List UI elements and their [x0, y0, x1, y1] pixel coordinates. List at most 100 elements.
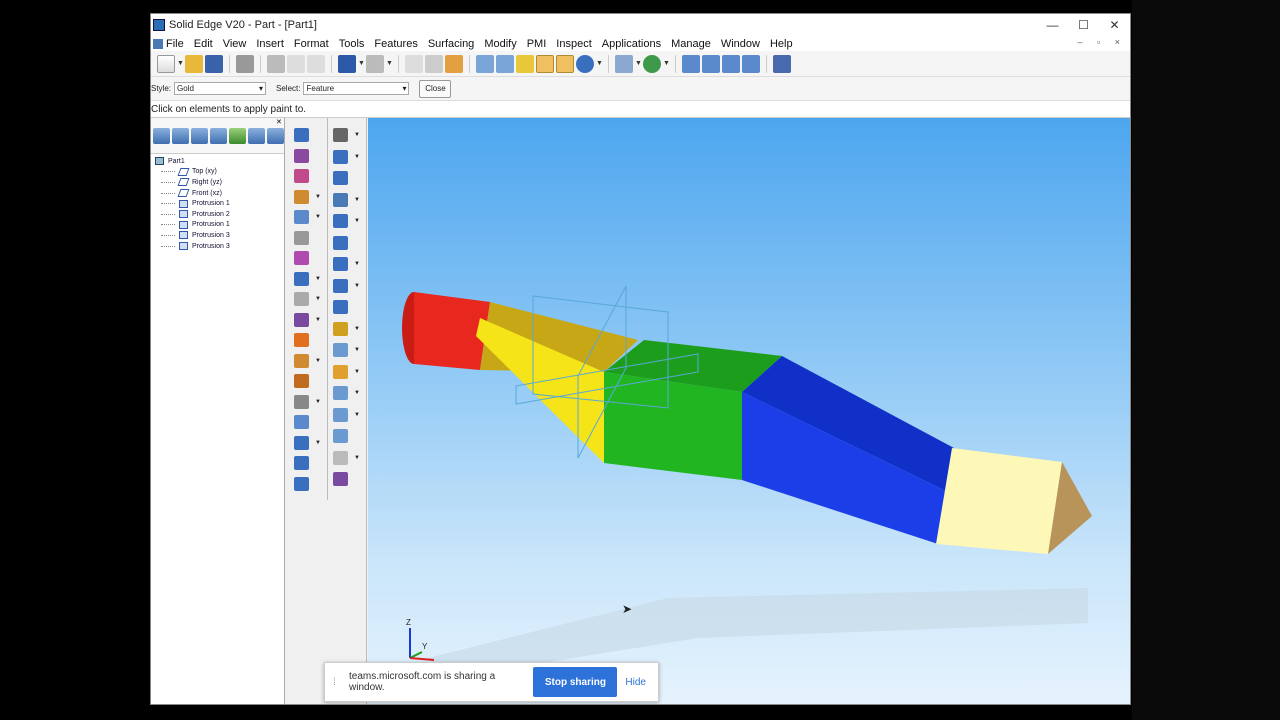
feature-tool-icon[interactable] — [294, 251, 309, 265]
minimize-button[interactable]: — — [1037, 14, 1068, 36]
pathfinder-tool-icon[interactable] — [172, 127, 189, 144]
feature-tool-icon[interactable] — [333, 257, 348, 271]
feature-tool-icon[interactable] — [333, 192, 348, 207]
tree-item[interactable]: Protrusion 2 — [151, 209, 284, 220]
stop-sharing-button[interactable]: Stop sharing — [533, 667, 618, 697]
feature-tool-icon[interactable] — [294, 169, 309, 183]
menu-format[interactable]: Format — [294, 38, 329, 50]
menu-edit[interactable]: Edit — [194, 38, 213, 50]
drag-handle-icon[interactable]: ⁞ — [333, 677, 341, 688]
visible-edges-icon[interactable] — [556, 54, 574, 73]
feature-tool-icon[interactable] — [294, 476, 309, 491]
tool-dropdown-icon[interactable]: ▼ — [315, 358, 321, 364]
tool-dropdown-icon[interactable]: ▼ — [354, 218, 360, 224]
hide-link[interactable]: Hide — [625, 677, 646, 688]
undo-dropdown-icon[interactable]: ▼ — [358, 55, 365, 73]
cut-icon[interactable] — [267, 54, 285, 73]
pathfinder-tool-icon[interactable] — [210, 127, 227, 144]
tree-item[interactable]: Right (yz) — [151, 177, 284, 188]
tool-dropdown-icon[interactable]: ▼ — [315, 214, 321, 220]
render-dropdown-icon[interactable]: ▼ — [596, 55, 603, 73]
fit-icon[interactable] — [722, 54, 740, 73]
feature-tool-icon[interactable] — [333, 128, 348, 142]
pathfinder-tool-icon[interactable] — [229, 127, 246, 144]
redo-dropdown-icon[interactable]: ▼ — [386, 55, 393, 73]
pathfinder-tool-icon[interactable] — [248, 127, 265, 144]
menu-pmi[interactable]: PMI — [527, 38, 547, 50]
tree-item[interactable]: Protrusion 3 — [151, 230, 284, 241]
feature-tool-icon[interactable] — [294, 353, 309, 368]
rotate-icon[interactable] — [643, 54, 661, 73]
feature-tool-icon[interactable] — [333, 450, 348, 465]
pathfinder-tool-icon[interactable] — [267, 127, 284, 144]
print-icon[interactable] — [236, 54, 254, 73]
copy-icon[interactable] — [287, 54, 305, 73]
tree-item[interactable]: Protrusion 3 — [151, 241, 284, 252]
view-iso-icon[interactable] — [496, 54, 514, 73]
3d-viewport[interactable]: Z Y ➤ — [368, 118, 1130, 704]
tool-dropdown-icon[interactable]: ▼ — [354, 347, 360, 353]
menu-manage[interactable]: Manage — [671, 38, 711, 50]
tool-dropdown-icon[interactable]: ▼ — [354, 132, 360, 138]
shaded-icon[interactable] — [516, 54, 534, 73]
tool-dropdown-icon[interactable]: ▼ — [315, 276, 321, 282]
menu-inspect[interactable]: Inspect — [556, 38, 591, 50]
tool-dropdown-icon[interactable]: ▼ — [354, 412, 360, 418]
zoom-icon[interactable] — [702, 54, 720, 73]
tool-dropdown-icon[interactable]: ▼ — [315, 296, 321, 302]
menu-features[interactable]: Features — [374, 38, 417, 50]
feature-tool-icon[interactable] — [294, 312, 309, 327]
paste-icon[interactable] — [307, 54, 325, 73]
style-select[interactable]: Gold ▾ — [174, 82, 267, 95]
tool-dropdown-icon[interactable]: ▼ — [354, 283, 360, 289]
feature-tool-icon[interactable] — [333, 472, 348, 486]
menu-help[interactable]: Help — [770, 38, 793, 50]
undo-icon[interactable] — [338, 54, 356, 73]
cream-box-face[interactable] — [936, 448, 1062, 554]
select-filter[interactable]: Feature ▾ — [303, 82, 410, 95]
maximize-button[interactable]: ☐ — [1068, 14, 1099, 36]
layers-dropdown-icon[interactable]: ▼ — [635, 55, 642, 73]
feature-tool-icon[interactable] — [333, 235, 348, 250]
mdi-controls[interactable]: – ▫ × — [1078, 37, 1126, 47]
tree-item[interactable]: Protrusion 1 — [151, 198, 284, 209]
feature-tool-icon[interactable] — [333, 343, 348, 357]
tree-item[interactable]: Top (xy) — [151, 167, 284, 178]
menu-tools[interactable]: Tools — [339, 38, 365, 50]
feature-tool-icon[interactable] — [294, 271, 309, 286]
menu-applications[interactable]: Applications — [602, 38, 661, 50]
feature-tool-icon[interactable] — [294, 435, 309, 450]
feature-tool-icon[interactable] — [333, 214, 348, 228]
pan-icon[interactable] — [742, 54, 760, 73]
layers-icon[interactable] — [615, 54, 633, 73]
feature-tool-icon[interactable] — [294, 189, 309, 204]
feature-tool-icon[interactable] — [333, 300, 348, 314]
new-dropdown-icon[interactable]: ▼ — [177, 55, 184, 73]
tool-dropdown-icon[interactable]: ▼ — [354, 197, 360, 203]
menu-modify[interactable]: Modify — [484, 38, 516, 50]
view-cube-icon[interactable] — [476, 54, 494, 73]
pin-icon[interactable]: ✕ — [276, 118, 284, 126]
close-button[interactable]: ✕ — [1099, 14, 1130, 36]
paint-icon[interactable] — [445, 54, 463, 73]
feature-tool-icon[interactable] — [294, 128, 309, 142]
tool-dropdown-icon[interactable]: ▼ — [315, 440, 321, 446]
ribbon-close-button[interactable]: Close — [419, 79, 452, 98]
tree-item[interactable]: Front (xz) — [151, 188, 284, 199]
feature-tool-icon[interactable] — [294, 230, 309, 245]
render-sphere-icon[interactable] — [576, 54, 594, 73]
tool-dropdown-icon[interactable]: ▼ — [354, 261, 360, 267]
menu-file[interactable]: File — [166, 38, 184, 50]
zoom-area-icon[interactable] — [682, 54, 700, 73]
pathfinder-tool-icon[interactable] — [191, 127, 208, 144]
feature-tool-icon[interactable] — [294, 292, 309, 306]
feature-tool-icon[interactable] — [333, 278, 348, 293]
feature-tool-icon[interactable] — [294, 148, 309, 163]
menu-window[interactable]: Window — [721, 38, 760, 50]
feature-tool-icon[interactable] — [294, 333, 309, 347]
feature-tool-icon[interactable] — [333, 171, 348, 185]
select-tool-icon[interactable] — [405, 54, 423, 73]
tree-item[interactable]: Protrusion 1 — [151, 220, 284, 231]
menu-view[interactable]: View — [223, 38, 247, 50]
pathfinder-tool-icon[interactable] — [153, 127, 170, 144]
